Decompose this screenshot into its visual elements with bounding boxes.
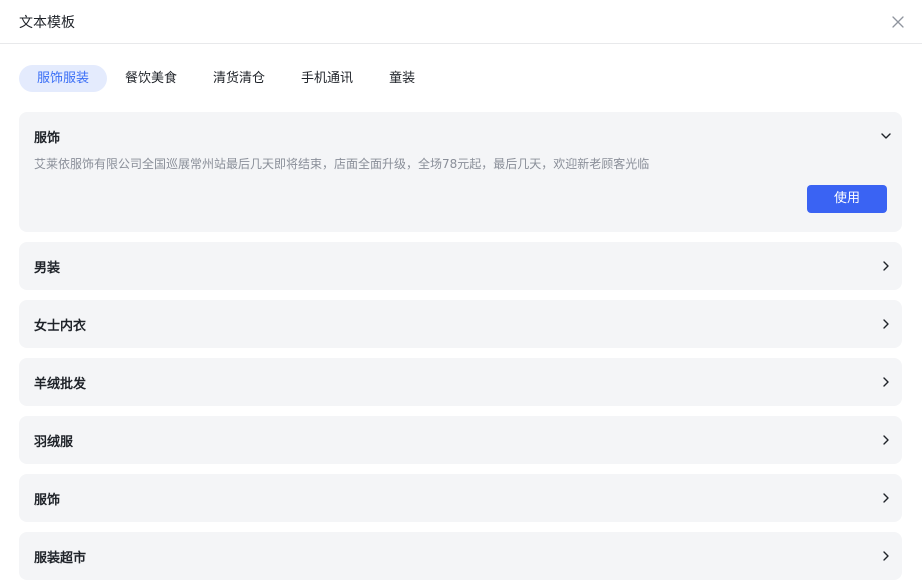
category-tabs: 服饰服装 餐饮美食 清货清仓 手机通讯 童装 xyxy=(19,65,433,92)
panel-title: 女士内衣 xyxy=(34,318,87,334)
tab-food[interactable]: 餐饮美食 xyxy=(107,65,195,92)
panel-header[interactable]: 服装超市 xyxy=(19,532,902,580)
tab-kids-clothing[interactable]: 童装 xyxy=(371,65,433,92)
template-panel[interactable]: 羽绒服 xyxy=(19,416,902,464)
template-panel[interactable]: 男装 xyxy=(19,242,902,290)
panel-header[interactable]: 男装 xyxy=(19,242,902,290)
panel-header[interactable]: 羽绒服 xyxy=(19,416,902,464)
panel-title: 羽绒服 xyxy=(34,434,74,450)
tab-clearance[interactable]: 清货清仓 xyxy=(195,65,283,92)
template-panel[interactable]: 服饰 xyxy=(19,474,902,522)
panel-header[interactable]: 服饰 xyxy=(19,474,902,522)
template-text: 艾莱依服饰有限公司全国巡展常州站最后几天即将结束，店面全面升级，全场78元起，最… xyxy=(34,157,650,171)
chevron-right-icon[interactable] xyxy=(880,260,892,272)
template-panel[interactable]: 服装超市 xyxy=(19,532,902,580)
panel-title: 服饰 xyxy=(34,492,61,508)
tab-mobile[interactable]: 手机通讯 xyxy=(283,65,371,92)
chevron-right-icon[interactable] xyxy=(880,550,892,562)
use-button[interactable]: 使用 xyxy=(807,185,887,213)
template-panel[interactable]: 羊绒批发 xyxy=(19,358,902,406)
dialog-title: 文本模板 xyxy=(19,14,75,31)
panel-title: 服装超市 xyxy=(34,550,87,566)
chevron-right-icon[interactable] xyxy=(880,492,892,504)
chevron-right-icon[interactable] xyxy=(880,318,892,330)
chevron-down-icon[interactable] xyxy=(880,130,892,142)
panel-header[interactable]: 女士内衣 xyxy=(19,300,902,348)
panel-header[interactable]: 服饰 xyxy=(19,112,902,160)
chevron-right-icon[interactable] xyxy=(880,376,892,388)
panel-title: 服饰 xyxy=(34,130,61,146)
dialog-header: 文本模板 xyxy=(0,0,922,44)
template-panel[interactable]: 女士内衣 xyxy=(19,300,902,348)
text-template-dialog: 文本模板 服饰服装 餐饮美食 清货清仓 手机通讯 童装 服饰 艾莱依服饰有限公司… xyxy=(0,0,922,583)
panel-title: 羊绒批发 xyxy=(34,376,87,392)
panel-header[interactable]: 羊绒批发 xyxy=(19,358,902,406)
chevron-right-icon[interactable] xyxy=(880,434,892,446)
panel-body: 艾莱依服饰有限公司全国巡展常州站最后几天即将结束，店面全面升级，全场78元起，最… xyxy=(19,156,902,213)
close-icon[interactable] xyxy=(891,15,905,29)
tab-clothing[interactable]: 服饰服装 xyxy=(19,65,108,92)
panel-title: 男装 xyxy=(34,260,61,276)
template-panel-expanded: 服饰 艾莱依服饰有限公司全国巡展常州站最后几天即将结束，店面全面升级，全场78元… xyxy=(19,112,902,232)
